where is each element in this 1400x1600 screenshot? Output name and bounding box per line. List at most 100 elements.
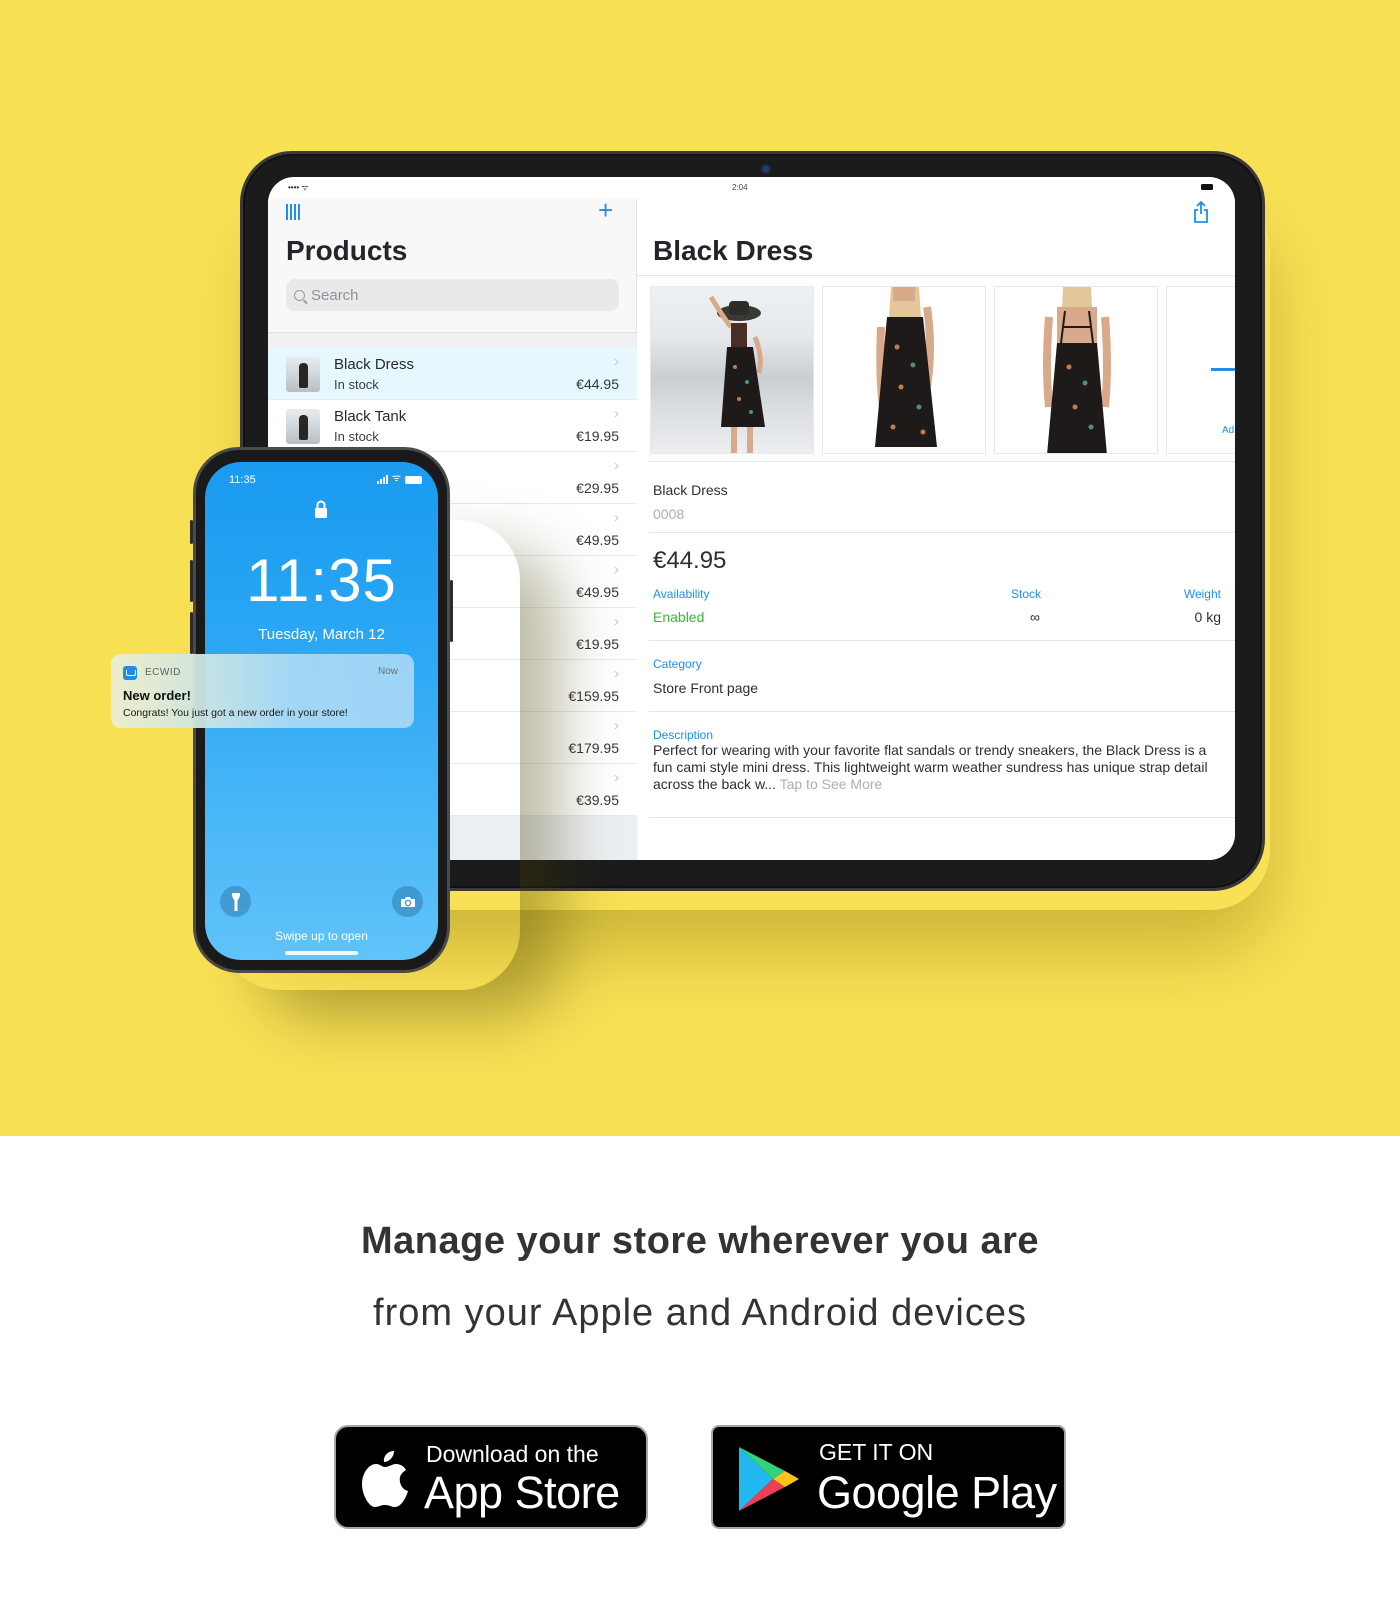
product-price: €44.95 bbox=[576, 376, 619, 392]
search-field[interactable] bbox=[286, 279, 619, 311]
tablet-camera bbox=[763, 166, 769, 172]
product-title: Black Dress bbox=[653, 235, 814, 266]
chevron-right-icon: › bbox=[614, 561, 619, 578]
google-play-small-text: GET IT ON bbox=[819, 1439, 934, 1465]
beach-dress-photo[interactable] bbox=[650, 286, 814, 454]
product-price: €29.95 bbox=[576, 480, 619, 496]
product-price: €49.95 bbox=[576, 532, 619, 548]
subheadline: from your Apple and Android devices bbox=[373, 1292, 1027, 1334]
product-row[interactable]: Black Dress In stock › €44.95 bbox=[268, 348, 637, 400]
product-name: Black Tank bbox=[334, 408, 407, 425]
availability-value[interactable]: Enabled bbox=[653, 609, 704, 625]
app-store-button[interactable]: Download on the App Store bbox=[334, 1425, 648, 1529]
phone-mute-switch bbox=[190, 520, 193, 544]
camera-icon bbox=[400, 896, 415, 907]
divider bbox=[649, 817, 1235, 818]
wifi-icon: ᯤ bbox=[391, 473, 401, 484]
add-product-button[interactable]: + bbox=[598, 197, 613, 223]
chevron-right-icon: › bbox=[614, 405, 619, 422]
page-title: Products bbox=[286, 235, 408, 266]
phone-status-icons: ᯤ bbox=[376, 473, 422, 484]
chevron-right-icon: › bbox=[614, 353, 619, 370]
weight-label: Weight bbox=[1183, 587, 1221, 601]
tablet-status-bar: •••• ᯤ 2:04 bbox=[268, 177, 1235, 199]
flashlight-button[interactable] bbox=[220, 886, 251, 917]
signal-icon: •••• ᯤ bbox=[288, 183, 309, 192]
share-icon[interactable] bbox=[1193, 201, 1209, 223]
battery-icon bbox=[1201, 184, 1213, 190]
order-notification[interactable]: ECWID Now New order! Congrats! You just … bbox=[111, 654, 414, 728]
description-text: Perfect for wearing with your favorite f… bbox=[653, 742, 1223, 793]
product-row[interactable]: Black Tank In stock › €19.95 bbox=[268, 400, 637, 452]
product-price: €19.95 bbox=[576, 428, 619, 444]
battery-icon bbox=[405, 476, 422, 484]
headline: Manage your store wherever you are bbox=[360, 1220, 1040, 1262]
availability-label: Availability bbox=[653, 587, 710, 601]
status-time: 2:04 bbox=[732, 183, 748, 192]
product-price: €19.95 bbox=[576, 636, 619, 652]
add-photo-button[interactable]: Ad bbox=[1166, 286, 1235, 454]
description-label: Description bbox=[653, 728, 714, 742]
search-icon bbox=[294, 289, 305, 301]
chevron-right-icon: › bbox=[614, 769, 619, 786]
chevron-right-icon: › bbox=[614, 509, 619, 526]
google-play-button[interactable]: GET IT ON Google Play bbox=[711, 1425, 1066, 1529]
google-play-big-text: Google Play bbox=[817, 1467, 1057, 1518]
description-body: Perfect for wearing with your favorite f… bbox=[653, 742, 1208, 792]
product-sku: 0008 bbox=[653, 506, 685, 522]
lock-screen-date: Tuesday, March 12 bbox=[258, 626, 385, 643]
divider bbox=[649, 711, 1235, 712]
photo-gallery: Ad bbox=[650, 286, 1235, 454]
apple-icon bbox=[362, 1451, 408, 1507]
divider bbox=[649, 532, 1235, 533]
product-thumbnail bbox=[286, 409, 320, 444]
phone-volume-down bbox=[190, 612, 193, 654]
product-name-value: Black Dress bbox=[653, 482, 728, 498]
home-indicator[interactable] bbox=[285, 951, 358, 955]
chevron-right-icon: › bbox=[614, 613, 619, 630]
lock-screen-clock: 11:35 bbox=[246, 547, 397, 614]
ecwid-app-icon bbox=[123, 666, 137, 680]
search-input[interactable] bbox=[311, 286, 601, 304]
notification-title: New order! bbox=[123, 688, 191, 703]
product-price: €49.95 bbox=[576, 584, 619, 600]
barcode-icon[interactable] bbox=[286, 204, 303, 220]
see-more-link[interactable]: Tap to See More bbox=[780, 776, 883, 792]
notification-time: Now bbox=[377, 666, 398, 677]
chevron-right-icon: › bbox=[614, 717, 619, 734]
category-label: Category bbox=[653, 657, 702, 671]
list-separator bbox=[268, 332, 637, 348]
cellular-icon bbox=[376, 475, 388, 484]
app-store-big-text: App Store bbox=[424, 1467, 620, 1518]
product-stock: In stock bbox=[334, 429, 379, 444]
lock-icon bbox=[315, 500, 327, 518]
weight-value[interactable]: 0 kg bbox=[1195, 609, 1221, 625]
notification-app-name: ECWID bbox=[145, 667, 181, 678]
phone-volume-up bbox=[190, 560, 193, 602]
product-thumbnail bbox=[286, 357, 320, 392]
divider bbox=[649, 640, 1235, 641]
product-price-value: €44.95 bbox=[653, 547, 727, 574]
add-icon bbox=[1211, 368, 1235, 371]
phone-side-button bbox=[450, 580, 453, 642]
product-price: €39.95 bbox=[576, 792, 619, 808]
back-dress-photo[interactable] bbox=[994, 286, 1158, 454]
front-dress-photo[interactable] bbox=[822, 286, 986, 454]
product-price: €179.95 bbox=[568, 740, 619, 756]
stock-value[interactable]: ∞ bbox=[1030, 609, 1040, 625]
flashlight-icon bbox=[231, 892, 240, 911]
phone-status-time: 11:35 bbox=[229, 474, 256, 486]
camera-button[interactable] bbox=[392, 886, 423, 917]
chevron-right-icon: › bbox=[614, 665, 619, 682]
chevron-right-icon: › bbox=[614, 457, 619, 474]
app-store-small-text: Download on the bbox=[426, 1441, 599, 1467]
google-play-icon bbox=[739, 1447, 799, 1511]
divider bbox=[649, 461, 1235, 462]
stock-label: Stock bbox=[1011, 587, 1042, 601]
product-detail: Black Dress Ad Black Dress 0008 €44.95 A… bbox=[637, 199, 1235, 860]
category-value[interactable]: Store Front page bbox=[653, 680, 758, 696]
product-stock: In stock bbox=[334, 377, 379, 392]
notification-body: Congrats! You just got a new order in yo… bbox=[123, 707, 348, 719]
divider bbox=[637, 275, 1235, 276]
swipe-hint: Swipe up to open bbox=[275, 929, 368, 943]
